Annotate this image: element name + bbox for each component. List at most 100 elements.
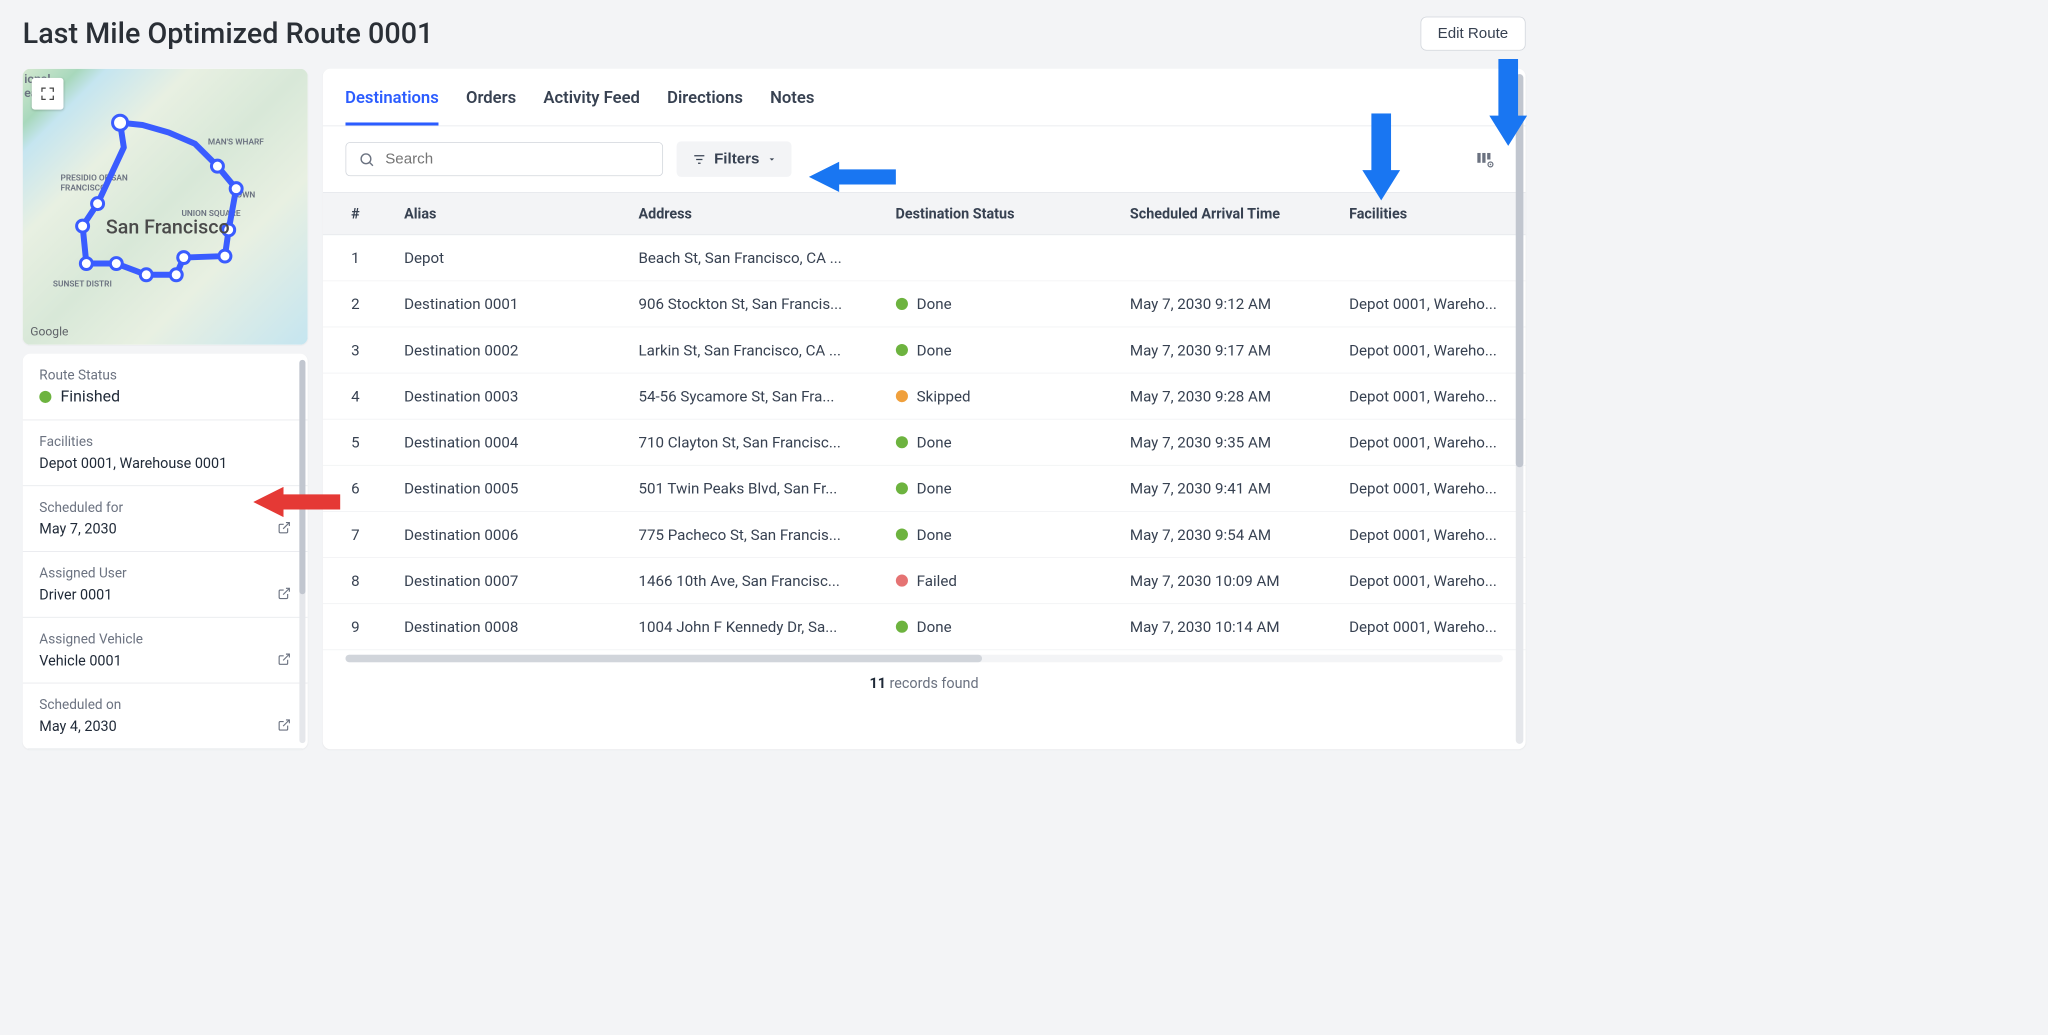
filters-button[interactable]: Filters xyxy=(676,141,791,177)
table-row[interactable]: 1DepotBeach St, San Francisco, CA ... xyxy=(322,235,1525,281)
scheduled-for-value: May 7, 2030 xyxy=(39,520,123,537)
tab-notes[interactable]: Notes xyxy=(770,88,814,125)
scheduled-on-label: Scheduled on xyxy=(39,697,121,713)
route-map[interactable]: ional ea MAN'S WHARF PRESIDIO OF SAN FRA… xyxy=(23,69,308,345)
cell-num: 1 xyxy=(345,235,398,280)
cell-facilities xyxy=(1343,235,1503,280)
column-header-status[interactable]: Destination Status xyxy=(889,193,1123,235)
assigned-vehicle-label: Assigned Vehicle xyxy=(39,631,143,647)
cell-status: Done xyxy=(889,327,1123,372)
table-row[interactable]: 9Destination 00081004 John F Kennedy Dr,… xyxy=(322,604,1525,650)
tab-destinations[interactable]: Destinations xyxy=(345,88,439,125)
status-dot-icon xyxy=(896,344,908,356)
filter-icon xyxy=(691,152,706,167)
facilities-label: Facilities xyxy=(39,434,290,450)
cell-time: May 7, 2030 9:12 AM xyxy=(1124,281,1343,326)
route-info-card: Route Status Finished Facilities Depot 0… xyxy=(23,354,308,749)
search-input[interactable] xyxy=(385,150,650,167)
cell-status: Done xyxy=(889,281,1123,326)
cell-alias: Destination 0004 xyxy=(398,420,632,465)
cell-facilities: Depot 0001, Wareho... xyxy=(1343,604,1503,649)
table-row[interactable]: 5Destination 0004710 Clayton St, San Fra… xyxy=(322,420,1525,466)
cell-time: May 7, 2030 9:28 AM xyxy=(1124,373,1343,418)
cell-address: Beach St, San Francisco, CA ... xyxy=(632,235,889,280)
cell-alias: Destination 0005 xyxy=(398,466,632,511)
cell-facilities: Depot 0001, Wareho... xyxy=(1343,373,1503,418)
cell-facilities: Depot 0001, Wareho... xyxy=(1343,327,1503,372)
cell-time xyxy=(1124,235,1343,280)
cell-num: 4 xyxy=(345,373,398,418)
tab-directions[interactable]: Directions xyxy=(667,88,743,125)
annotation-arrow-facilities-column xyxy=(1355,113,1408,204)
search-icon xyxy=(358,151,375,168)
table-hscroll-thumb[interactable] xyxy=(345,655,982,663)
cell-num: 3 xyxy=(345,327,398,372)
cell-address: 501 Twin Peaks Blvd, San Fr... xyxy=(632,466,889,511)
external-link-icon[interactable] xyxy=(277,652,291,669)
table-row[interactable]: 3Destination 0002Larkin St, San Francisc… xyxy=(322,327,1525,373)
sidebar-scrollbar-thumb[interactable] xyxy=(299,360,305,594)
table-row[interactable]: 6Destination 0005501 Twin Peaks Blvd, Sa… xyxy=(322,466,1525,512)
cell-time: May 7, 2030 9:41 AM xyxy=(1124,466,1343,511)
scheduled-on-value: May 4, 2030 xyxy=(39,717,121,734)
assigned-user-label: Assigned User xyxy=(39,565,126,581)
columns-gear-icon xyxy=(1476,149,1496,169)
cell-status: Done xyxy=(889,512,1123,557)
external-link-icon[interactable] xyxy=(277,587,291,604)
cell-time: May 7, 2030 10:14 AM xyxy=(1124,604,1343,649)
edit-route-button[interactable]: Edit Route xyxy=(1420,17,1525,51)
status-dot-icon xyxy=(896,436,908,448)
cell-address: 1466 10th Ave, San Francisc... xyxy=(632,558,889,603)
filters-label: Filters xyxy=(714,150,759,167)
record-text: records found xyxy=(886,674,979,691)
status-dot-icon xyxy=(39,391,51,403)
table-hscroll-track[interactable] xyxy=(345,655,1503,663)
map-city-label: San Francisco xyxy=(106,216,230,239)
annotation-arrow-sidebar-facilities xyxy=(253,479,344,524)
table-row[interactable]: 8Destination 00071466 10th Ave, San Fran… xyxy=(322,558,1525,604)
cell-num: 6 xyxy=(345,466,398,511)
tab-orders[interactable]: Orders xyxy=(466,88,516,125)
cell-address: 1004 John F Kennedy Dr, Sa... xyxy=(632,604,889,649)
table-row[interactable]: 2Destination 0001906 Stockton St, San Fr… xyxy=(322,281,1525,327)
search-box[interactable] xyxy=(345,142,663,176)
cell-status: Done xyxy=(889,466,1123,511)
tab-activity-feed[interactable]: Activity Feed xyxy=(543,88,640,125)
cell-alias: Destination 0003 xyxy=(398,373,632,418)
cell-facilities: Depot 0001, Wareho... xyxy=(1343,420,1503,465)
cell-alias: Depot xyxy=(398,235,632,280)
column-header-time[interactable]: Scheduled Arrival Time xyxy=(1124,193,1343,235)
external-link-icon[interactable] xyxy=(277,718,291,735)
column-header-alias[interactable]: Alias xyxy=(398,193,632,235)
cell-alias: Destination 0001 xyxy=(398,281,632,326)
page-title: Last Mile Optimized Route 0001 xyxy=(23,17,434,50)
cell-time: May 7, 2030 9:17 AM xyxy=(1124,327,1343,372)
column-header-num[interactable]: # xyxy=(345,193,398,235)
status-dot-icon xyxy=(896,482,908,494)
cell-status xyxy=(889,235,1123,280)
columns-settings-button[interactable] xyxy=(1476,149,1496,169)
cell-time: May 7, 2030 9:54 AM xyxy=(1124,512,1343,557)
table-row[interactable]: 4Destination 000354-56 Sycamore St, San … xyxy=(322,373,1525,419)
cell-status: Done xyxy=(889,604,1123,649)
record-count: 11 xyxy=(869,674,885,691)
map-fullscreen-button[interactable] xyxy=(32,78,64,110)
cell-facilities: Depot 0001, Wareho... xyxy=(1343,558,1503,603)
status-dot-icon xyxy=(896,575,908,587)
table-row[interactable]: 7Destination 0006775 Pacheco St, San Fra… xyxy=(322,512,1525,558)
cell-status: Skipped xyxy=(889,373,1123,418)
scheduled-for-label: Scheduled for xyxy=(39,500,123,516)
assigned-user-value: Driver 0001 xyxy=(39,586,126,603)
cell-time: May 7, 2030 10:09 AM xyxy=(1124,558,1343,603)
status-dot-icon xyxy=(896,390,908,402)
cell-address: 710 Clayton St, San Francisc... xyxy=(632,420,889,465)
status-dot-icon xyxy=(896,298,908,310)
status-dot-icon xyxy=(896,621,908,633)
cell-status: Done xyxy=(889,420,1123,465)
annotation-arrow-filters xyxy=(809,154,900,199)
cell-alias: Destination 0006 xyxy=(398,512,632,557)
cell-address: Larkin St, San Francisco, CA ... xyxy=(632,327,889,372)
cell-alias: Destination 0008 xyxy=(398,604,632,649)
cell-num: 2 xyxy=(345,281,398,326)
cell-facilities: Depot 0001, Wareho... xyxy=(1343,512,1503,557)
